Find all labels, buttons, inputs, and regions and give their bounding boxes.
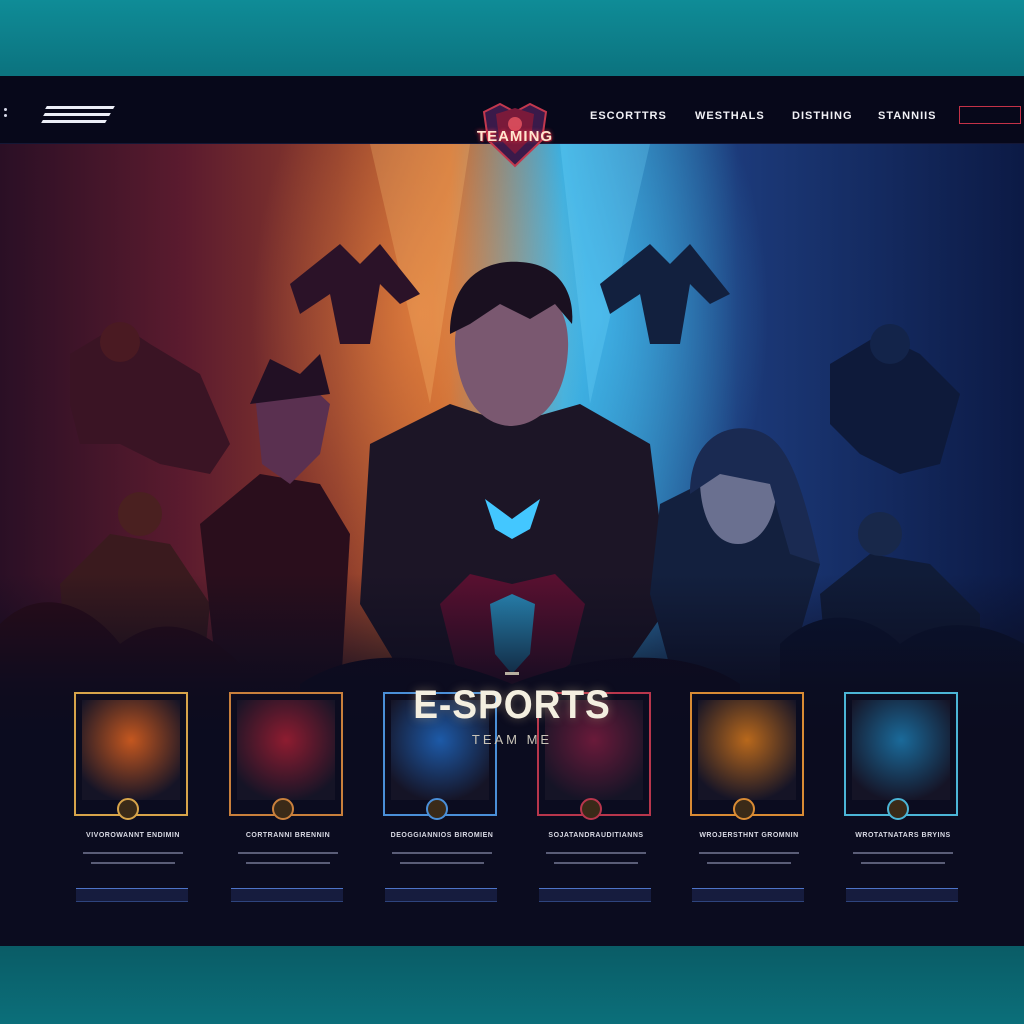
player-name: WROTATNATARS BRYINS [855,832,951,839]
player-description [696,852,802,872]
nav-item-2[interactable]: WESTHALS [695,110,765,122]
player-description [543,852,649,872]
website-frame: ESCORTTRS WESTHALS DISTHING STANNIIS TEA… [0,76,1024,946]
player-description [80,852,186,872]
player-name: VIVOROWANNT ENDIMIN [86,832,180,839]
nav-item-1[interactable]: ESCORTTRS [590,110,667,122]
player-description [389,852,495,872]
player-card-button[interactable] [539,888,651,902]
hero-title-block: E-SPORTS TEAM ME [0,672,1024,747]
player-name: DEOGGIANNIOS BIROMIEN [390,832,494,839]
header-action-button[interactable] [959,106,1021,124]
player-emblem-icon [733,798,755,820]
player-card-button[interactable] [231,888,343,902]
title-divider [505,672,519,675]
player-emblem-icon [580,798,602,820]
player-emblem-icon [117,798,139,820]
player-card-button[interactable] [846,888,958,902]
nav-item-3[interactable]: DISTHING [792,110,853,122]
player-card-button[interactable] [76,888,188,902]
hero-banner [0,144,1024,734]
hero-title: E-SPORTS [413,683,611,727]
player-emblem-icon [887,798,909,820]
nav-item-4[interactable]: STANNIIS [878,110,937,122]
more-options-icon[interactable] [4,108,8,120]
hamburger-menu-icon[interactable] [41,106,115,124]
player-emblem-icon [426,798,448,820]
hero-subtitle: TEAM ME [471,732,553,747]
player-description [850,852,956,872]
player-card-button[interactable] [692,888,804,902]
player-description [235,852,341,872]
player-card-button[interactable] [385,888,497,902]
player-name: CORTRANNI BRENNIN [245,832,331,839]
logo-text: TEAMING [476,128,554,145]
player-emblem-icon [272,798,294,820]
team-logo[interactable]: TEAMING [474,100,556,170]
player-name: WROJERSTHNT GROMNIN [699,832,799,839]
player-name: SOJATANDRAUDITIANNS [548,832,644,839]
bottom-strip [0,946,1024,1024]
